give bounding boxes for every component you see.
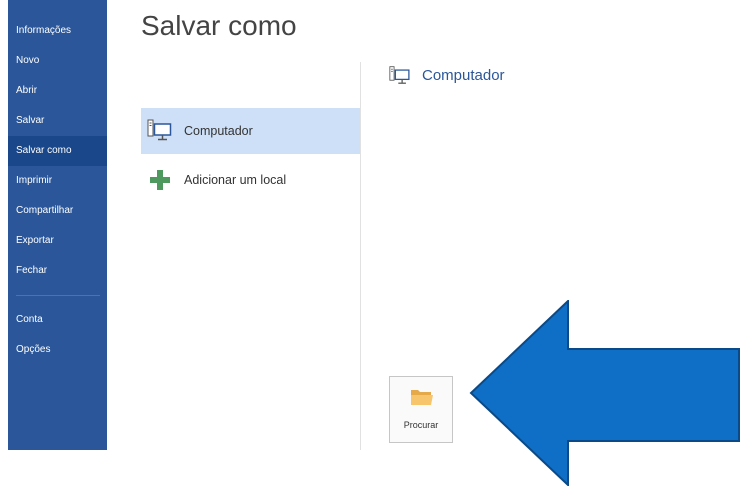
panel-divider [360, 62, 361, 450]
nav-item-opcoes[interactable]: Opções [8, 335, 107, 365]
left-arrow-annotation [469, 300, 740, 486]
place-adicionar-local[interactable]: Adicionar um local [141, 157, 360, 203]
computer-icon [389, 65, 411, 87]
backstage-nav: Informações Novo Abrir Salvar Salvar com… [8, 0, 107, 450]
nav-item-compartilhar[interactable]: Compartilhar [8, 196, 107, 226]
nav-item-fechar[interactable]: Fechar [8, 256, 107, 286]
place-label: Adicionar um local [184, 173, 287, 187]
place-label: Computador [184, 124, 253, 138]
page-title: Salvar como [141, 10, 297, 41]
nav-item-imprimir[interactable]: Imprimir [8, 166, 107, 196]
folder-icon [410, 387, 434, 407]
nav-divider [16, 295, 100, 296]
nav-item-exportar[interactable]: Exportar [8, 226, 107, 256]
nav-item-novo[interactable]: Novo [8, 46, 107, 76]
browse-button-label: Procurar [403, 420, 439, 430]
computer-icon [147, 119, 173, 143]
nav-item-abrir[interactable]: Abrir [8, 76, 107, 106]
nav-item-informacoes[interactable]: Informações [8, 16, 107, 46]
nav-item-conta[interactable]: Conta [8, 305, 107, 335]
browse-button[interactable]: Procurar [389, 376, 453, 443]
right-panel-heading-label: Computador [422, 67, 505, 84]
place-computador[interactable]: Computador [141, 108, 360, 154]
plus-icon [147, 168, 173, 192]
nav-item-salvar-como[interactable]: Salvar como [8, 136, 107, 166]
nav-item-salvar[interactable]: Salvar [8, 106, 107, 136]
